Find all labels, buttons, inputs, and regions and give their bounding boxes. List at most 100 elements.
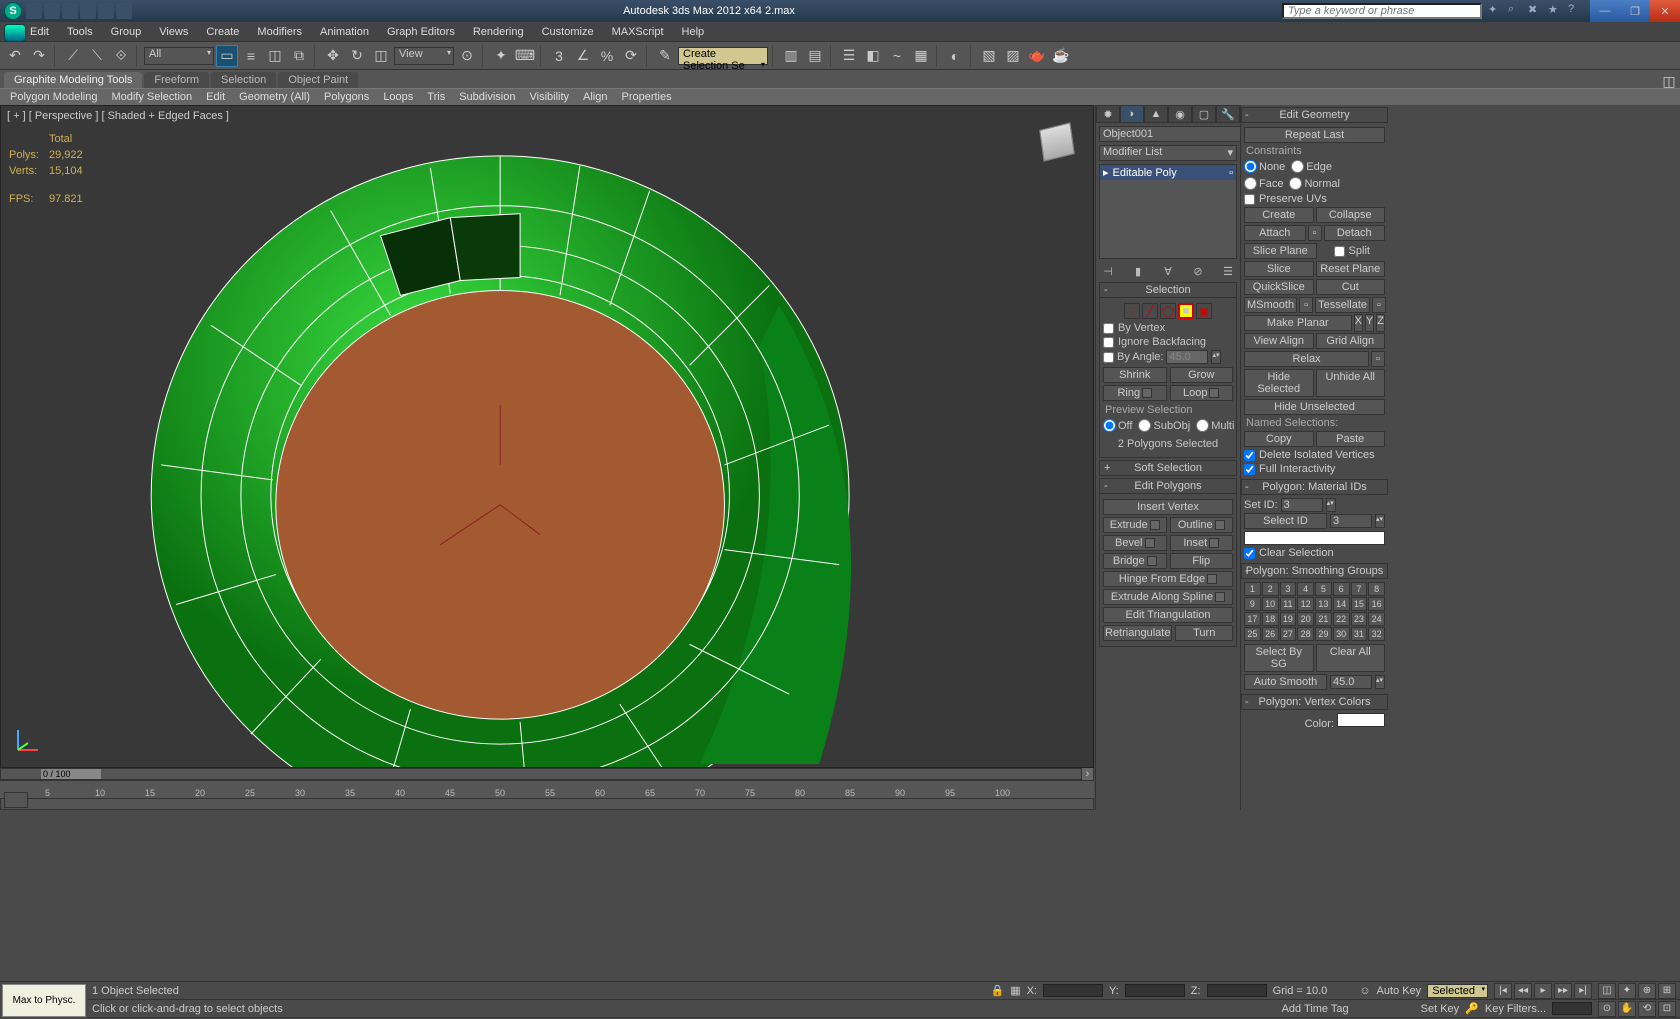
- next-frame-icon[interactable]: ▸▸: [1554, 983, 1572, 999]
- goto-start-icon[interactable]: |◂: [1494, 983, 1512, 999]
- current-frame-input[interactable]: [1552, 1002, 1592, 1015]
- smoothing-group-3[interactable]: 3: [1280, 582, 1297, 596]
- create-button[interactable]: Create: [1244, 207, 1314, 223]
- favorites-icon[interactable]: ★: [1548, 3, 1564, 19]
- rendered-frame-button[interactable]: ▨: [1002, 45, 1024, 67]
- min-max-toggle-icon[interactable]: ⊡: [1658, 1001, 1676, 1017]
- select-object-button[interactable]: ▭: [216, 45, 238, 67]
- move-button[interactable]: ✥: [322, 45, 344, 67]
- outline-button[interactable]: Outline: [1170, 517, 1234, 533]
- configure-modifier-icon[interactable]: ☰: [1220, 264, 1236, 278]
- slice-button[interactable]: Slice: [1244, 261, 1314, 277]
- redo-button[interactable]: ↷: [28, 45, 50, 67]
- schem-view-button[interactable]: ▦: [910, 45, 932, 67]
- full-interactivity-checkbox[interactable]: Full Interactivity: [1244, 462, 1385, 476]
- layers-button[interactable]: ☰: [838, 45, 860, 67]
- viewport[interactable]: [ + ] [ Perspective ] [ Shaded + Edged F…: [0, 105, 1094, 768]
- relax-settings-icon[interactable]: ▫: [1371, 351, 1385, 367]
- smoothing-group-2[interactable]: 2: [1262, 582, 1279, 596]
- edge-subobj-icon[interactable]: ╱: [1142, 303, 1158, 319]
- unhide-all-button[interactable]: Unhide All: [1316, 369, 1386, 397]
- ref-coord-dropdown[interactable]: View: [394, 47, 454, 65]
- hinge-from-edge-button[interactable]: Hinge From Edge: [1103, 571, 1233, 587]
- isolate-icon[interactable]: ◫: [1598, 983, 1616, 999]
- repeat-last-button[interactable]: Repeat Last: [1244, 127, 1385, 143]
- spinner-arrows-icon[interactable]: ▴▾: [1211, 350, 1221, 364]
- copy-namesel-button[interactable]: Copy: [1244, 431, 1314, 447]
- subtab-align[interactable]: Align: [577, 90, 613, 104]
- use-center-button[interactable]: ⊙: [456, 45, 478, 67]
- y-coord-input[interactable]: [1125, 984, 1185, 997]
- ignore-backfacing-checkbox[interactable]: Ignore Backfacing: [1103, 335, 1233, 349]
- smoothing-group-32[interactable]: 32: [1368, 627, 1385, 641]
- make-planar-button[interactable]: Make Planar: [1244, 315, 1352, 331]
- smoothing-group-12[interactable]: 12: [1297, 597, 1314, 611]
- time-config-icon[interactable]: [4, 792, 28, 808]
- relax-button[interactable]: Relax: [1244, 351, 1369, 367]
- auto-smooth-button[interactable]: Auto Smooth: [1244, 674, 1327, 690]
- inset-button[interactable]: Inset: [1170, 535, 1234, 551]
- subtab-subdivision[interactable]: Subdivision: [453, 90, 521, 104]
- undo-button[interactable]: ↶: [4, 45, 26, 67]
- qat-open-icon[interactable]: [44, 3, 60, 19]
- menu-animation[interactable]: Animation: [320, 26, 369, 38]
- quickslice-button[interactable]: QuickSlice: [1244, 279, 1314, 295]
- maximize-button[interactable]: ❐: [1620, 0, 1650, 22]
- menu-customize[interactable]: Customize: [542, 26, 594, 38]
- msmooth-button[interactable]: MSmooth: [1244, 297, 1297, 313]
- ribbon-tab-graphite[interactable]: Graphite Modeling Tools: [4, 72, 142, 88]
- menu-group[interactable]: Group: [111, 26, 142, 38]
- smoothing-group-20[interactable]: 20: [1297, 612, 1314, 626]
- help-search-input[interactable]: [1282, 3, 1482, 19]
- hierarchy-tab-icon[interactable]: ▲: [1144, 105, 1168, 123]
- smoothing-group-13[interactable]: 13: [1315, 597, 1332, 611]
- align-button[interactable]: ▤: [804, 45, 826, 67]
- split-checkbox[interactable]: Split: [1319, 242, 1386, 260]
- smoothing-group-17[interactable]: 17: [1244, 612, 1261, 626]
- comm-center-icon[interactable]: ☺: [1359, 985, 1370, 997]
- render-iterative-button[interactable]: ☕: [1050, 45, 1072, 67]
- time-slider[interactable]: 0 / 100 ›: [0, 768, 1094, 780]
- modifier-list-dropdown[interactable]: Modifier List▾: [1099, 145, 1237, 161]
- smoothing-group-24[interactable]: 24: [1368, 612, 1385, 626]
- smoothing-groups-header[interactable]: -Polygon: Smoothing Groups: [1241, 563, 1388, 579]
- delete-iso-verts-checkbox[interactable]: Delete Isolated Vertices: [1244, 448, 1385, 462]
- hide-selected-button[interactable]: Hide Selected: [1244, 369, 1314, 397]
- constraint-none-radio[interactable]: None: [1244, 160, 1285, 173]
- retriangulate-button[interactable]: Retriangulate: [1103, 625, 1172, 641]
- soft-selection-rollout-header[interactable]: +Soft Selection: [1099, 460, 1237, 476]
- smoothing-group-16[interactable]: 16: [1368, 597, 1385, 611]
- modify-tab-icon[interactable]: ◗: [1120, 105, 1144, 123]
- key-icon[interactable]: 🔑: [1465, 1002, 1479, 1015]
- qat-project-icon[interactable]: [116, 3, 132, 19]
- menu-grapheditors[interactable]: Graph Editors: [387, 26, 455, 38]
- bridge-button[interactable]: Bridge: [1103, 553, 1167, 569]
- minimize-button[interactable]: —: [1590, 0, 1620, 22]
- infocenter-icon[interactable]: ✦: [1488, 3, 1504, 19]
- planar-x-button[interactable]: X: [1354, 314, 1363, 332]
- smoothing-group-27[interactable]: 27: [1280, 627, 1297, 641]
- vertex-subobj-icon[interactable]: ⋮: [1124, 303, 1140, 319]
- menu-modifiers[interactable]: Modifiers: [257, 26, 302, 38]
- percent-snap-button[interactable]: %: [596, 45, 618, 67]
- attach-settings-icon[interactable]: ▫: [1308, 225, 1322, 241]
- play-icon[interactable]: ▸: [1534, 983, 1552, 999]
- orbit-icon[interactable]: ⟲: [1638, 1001, 1656, 1017]
- paste-namesel-button[interactable]: Paste: [1316, 431, 1386, 447]
- subtab-edit[interactable]: Edit: [200, 90, 231, 104]
- remove-modifier-icon[interactable]: ⊘: [1190, 264, 1206, 278]
- add-time-tag-button[interactable]: Add Time Tag: [1282, 1003, 1349, 1015]
- menu-create[interactable]: Create: [206, 26, 239, 38]
- smoothing-group-25[interactable]: 25: [1244, 627, 1261, 641]
- x-coord-input[interactable]: [1043, 984, 1103, 997]
- extrude-along-spline-button[interactable]: Extrude Along Spline: [1103, 589, 1233, 605]
- window-crossing-button[interactable]: ⧉: [288, 45, 310, 67]
- key-mode-dropdown[interactable]: Selected: [1427, 984, 1488, 998]
- attach-button[interactable]: Attach: [1244, 225, 1306, 241]
- edit-triangulation-button[interactable]: Edit Triangulation: [1103, 607, 1233, 623]
- border-subobj-icon[interactable]: ◯: [1160, 303, 1176, 319]
- render-setup-button[interactable]: ▧: [978, 45, 1000, 67]
- modifier-stack[interactable]: ▸ Editable Poly▫: [1099, 164, 1237, 259]
- preview-subobj-radio[interactable]: SubObj: [1138, 419, 1190, 432]
- smoothing-group-9[interactable]: 9: [1244, 597, 1261, 611]
